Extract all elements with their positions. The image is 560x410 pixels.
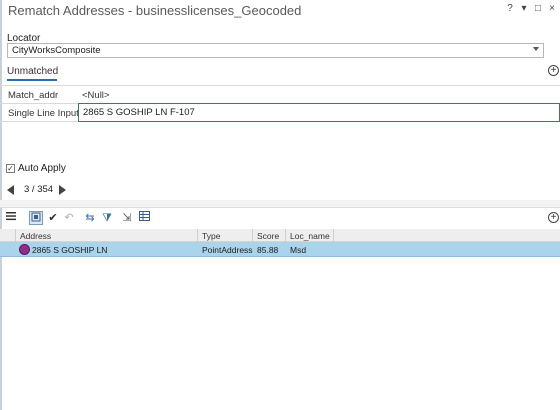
filter-icon[interactable]: ⧩ bbox=[100, 211, 114, 225]
window-controls: ? ▾ □ × bbox=[506, 3, 556, 14]
field-row-match-addr: Match_addr <Null> bbox=[0, 85, 560, 104]
help-button[interactable]: ? bbox=[506, 3, 514, 14]
tab-unmatched[interactable]: Unmatched bbox=[7, 66, 58, 77]
options-dropdown-button[interactable]: ▾ bbox=[520, 3, 528, 14]
auto-apply-checkbox[interactable]: ✓ Auto Apply bbox=[6, 163, 66, 174]
previous-record-button[interactable] bbox=[7, 184, 14, 195]
chevron-down-icon bbox=[533, 47, 539, 51]
column-header-score[interactable]: Score bbox=[253, 229, 286, 242]
cell-type: PointAddress bbox=[202, 245, 253, 255]
pager: 3 / 354 bbox=[7, 184, 67, 195]
next-record-button[interactable] bbox=[59, 184, 67, 195]
cell-loc-name: Msd bbox=[290, 245, 307, 255]
plus-circle-icon[interactable]: + bbox=[548, 212, 559, 223]
checkmark-icon[interactable]: ✔ bbox=[46, 211, 60, 225]
single-line-label: Single Line Input bbox=[8, 108, 79, 119]
auto-apply-label: Auto Apply bbox=[18, 163, 66, 174]
table-icon[interactable] bbox=[137, 211, 151, 225]
match-addr-label: Match_addr bbox=[8, 90, 59, 101]
cell-score: 85.88 bbox=[257, 245, 279, 255]
table-header: Address Type Score Loc_name bbox=[0, 229, 560, 242]
candidates-toolbar: ✔ ↶ ⇆ ⧩ ⇲ + bbox=[0, 209, 560, 227]
pan-to-icon[interactable]: ⇆ bbox=[83, 211, 97, 225]
match-candidate-icon bbox=[19, 244, 30, 256]
checkbox-checked-icon[interactable]: ✓ bbox=[6, 164, 15, 173]
column-header-loc-name[interactable]: Loc_name bbox=[286, 229, 334, 242]
close-button[interactable]: × bbox=[548, 3, 556, 14]
maximize-button[interactable]: □ bbox=[534, 3, 542, 14]
row-selector-header bbox=[0, 229, 16, 242]
pager-text: 3 / 354 bbox=[24, 184, 54, 195]
match-addr-value: <Null> bbox=[82, 90, 110, 101]
table-row[interactable]: 2865 S GOSHIP LN PointAddress 85.88 Msd bbox=[0, 242, 560, 257]
plus-circle-icon[interactable]: + bbox=[548, 65, 559, 76]
zoom-to-selected-icon[interactable] bbox=[29, 211, 43, 225]
locator-value: CityWorksComposite bbox=[12, 45, 101, 56]
tab-active-indicator bbox=[7, 79, 57, 81]
cell-address: 2865 S GOSHIP LN bbox=[16, 242, 107, 257]
hamburger-icon[interactable] bbox=[4, 211, 18, 225]
single-line-input[interactable]: 2865 S GOSHIP LN F-107 bbox=[78, 103, 560, 122]
section-divider bbox=[0, 200, 560, 208]
column-header-address[interactable]: Address bbox=[16, 229, 198, 242]
column-header-type[interactable]: Type bbox=[198, 229, 253, 242]
cell-address-text: 2865 S GOSHIP LN bbox=[32, 245, 108, 255]
locator-select[interactable]: CityWorksComposite bbox=[7, 43, 544, 58]
title-bar: Rematch Addresses - businesslicenses_Geo… bbox=[2, 0, 560, 22]
undo-icon[interactable]: ↶ bbox=[62, 211, 76, 225]
window-title: Rematch Addresses - businesslicenses_Geo… bbox=[8, 3, 302, 18]
select-icon[interactable]: ⇲ bbox=[120, 211, 134, 225]
